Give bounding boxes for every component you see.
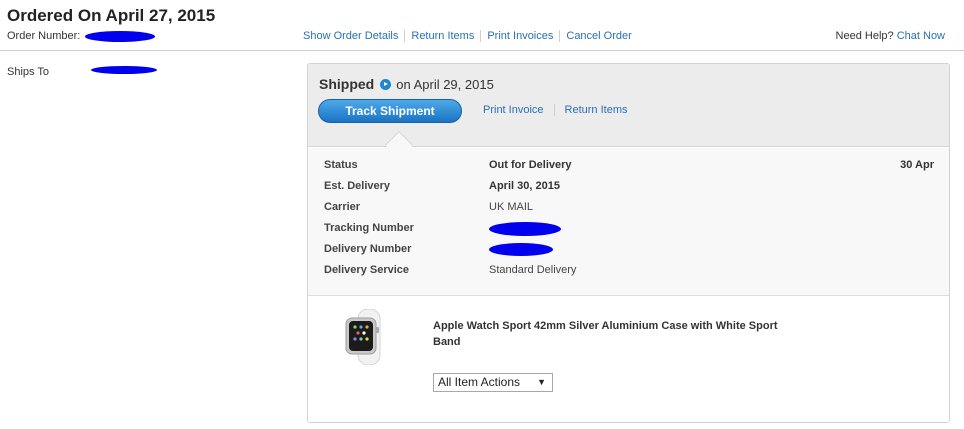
carrier-value: UK MAIL: [489, 201, 534, 213]
print-invoice-link[interactable]: Print Invoice: [483, 104, 554, 116]
item-actions-value: All Item Actions: [438, 375, 521, 389]
est-delivery-value: April 30, 2015: [489, 180, 560, 192]
delivery-number-value: [489, 243, 749, 256]
print-invoices-link[interactable]: Print Invoices: [480, 30, 559, 42]
delivery-date-short: 30 Apr: [900, 159, 934, 171]
tracking-number-label: Tracking Number: [324, 222, 414, 234]
redacted-delivery-number: [489, 243, 553, 256]
delivery-number-label: Delivery Number: [324, 243, 412, 255]
chat-now-link[interactable]: Chat Now: [897, 30, 945, 42]
order-number: Order Number:: [7, 30, 156, 42]
status-label: Status: [324, 159, 358, 171]
shipment-header: Shipped on April 29, 2015 Track Shipment…: [308, 64, 949, 147]
return-items-link[interactable]: Return Items: [404, 30, 480, 42]
redacted-order-number: [85, 30, 156, 42]
shipment-details: 30 Apr Status Out for Delivery Est. Deli…: [308, 148, 949, 296]
item-name[interactable]: Apple Watch Sport 42mm Silver Aluminium …: [433, 318, 793, 350]
status-value: Out for Delivery: [489, 159, 572, 171]
show-order-details-link[interactable]: Show Order Details: [303, 30, 404, 42]
order-number-label: Order Number:: [7, 30, 81, 42]
help: Need Help? Chat Now: [836, 30, 945, 42]
shipped-label: Shipped: [319, 76, 375, 92]
ships-to-label: Ships To: [7, 66, 49, 78]
redacted-tracking-number: [489, 222, 561, 236]
track-shipment-button[interactable]: Track Shipment: [318, 99, 462, 123]
carrier-label: Carrier: [324, 201, 361, 213]
delivery-service-value: Standard Delivery: [489, 264, 577, 276]
tracking-number-value: [489, 222, 749, 236]
shipment-panel: Shipped on April 29, 2015 Track Shipment…: [307, 63, 950, 423]
item-actions-select[interactable]: All Item Actions ▼: [433, 373, 553, 392]
shipment-links: Print Invoice Return Items: [483, 104, 638, 116]
play-icon[interactable]: [380, 78, 392, 90]
divider: [0, 50, 964, 51]
return-items-link[interactable]: Return Items: [553, 104, 638, 116]
shipment-status: Shipped on April 29, 2015: [319, 76, 494, 92]
cancel-order-link[interactable]: Cancel Order: [559, 30, 637, 42]
delivery-service-label: Delivery Service: [324, 264, 410, 276]
order-links: Show Order Details Return Items Print In…: [303, 30, 638, 42]
page-title: Ordered On April 27, 2015: [7, 6, 216, 25]
dropdown-arrow-icon: ▼: [537, 377, 546, 387]
shipped-date: on April 29, 2015: [396, 76, 494, 92]
apple-watch-image[interactable]: [342, 309, 386, 365]
redacted-address: [91, 66, 157, 74]
order-item: Apple Watch Sport 42mm Silver Aluminium …: [308, 297, 949, 422]
est-delivery-label: Est. Delivery: [324, 180, 391, 192]
help-label: Need Help?: [835, 30, 894, 42]
